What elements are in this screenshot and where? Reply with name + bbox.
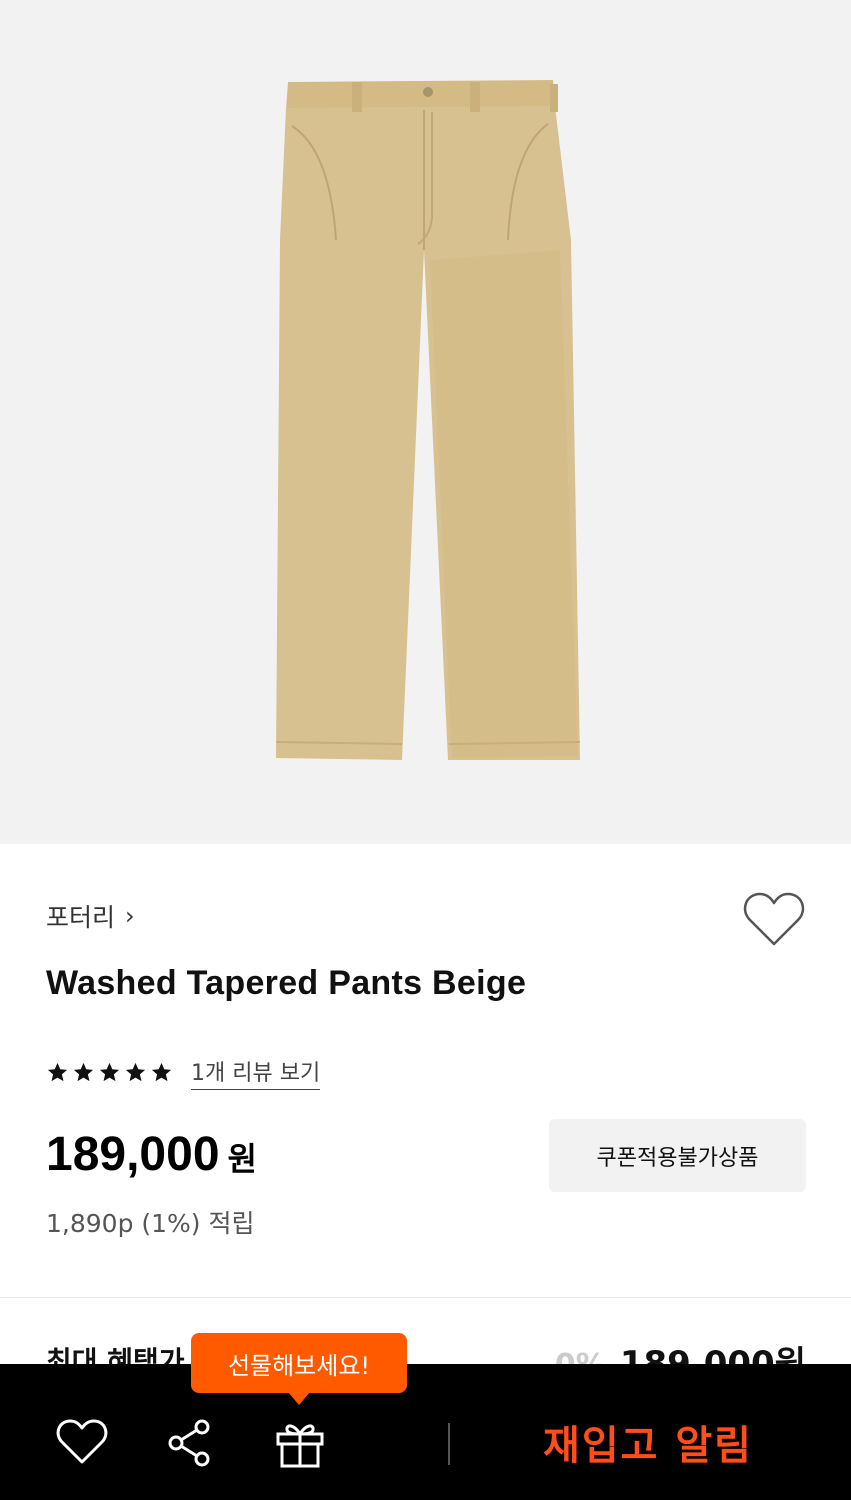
brand-name: 포터리 [46,903,116,932]
gift-tooltip[interactable]: 선물해보세요! [191,1333,407,1393]
points-text: 1,890p (1%) 적립 [46,1209,255,1238]
review-link[interactable]: 1개 리뷰 보기 [191,1055,321,1090]
chevron-right-icon: › [125,902,135,930]
brand-link[interactable]: 포터리 › [46,898,135,934]
price-currency: 원 [227,1140,257,1178]
divider [0,1297,851,1298]
share-icon[interactable] [166,1418,214,1468]
star-icon [47,1062,68,1082]
gift-icon[interactable] [274,1418,326,1470]
star-icon [125,1062,146,1082]
price-value: 189,000 [46,1128,220,1181]
coupon-badge: 쿠폰적용불가상품 [549,1119,806,1192]
star-icon [73,1062,94,1082]
star-rating [46,1061,173,1084]
restock-alert-button[interactable]: 재입고 알림 [470,1410,826,1474]
product-image[interactable] [0,0,851,844]
pants-illustration [275,80,581,760]
rating-row: 1개 리뷰 보기 [46,1055,321,1090]
wishlist-heart-icon[interactable] [742,890,806,950]
star-icon [151,1062,172,1082]
heart-icon[interactable] [56,1418,108,1466]
product-detail-page: 포터리 › Washed Tapered Pants Beige 1개 리뷰 보… [0,0,851,1500]
gift-tooltip-arrow [288,1392,310,1405]
bar-separator [448,1423,450,1465]
star-icon [99,1062,120,1082]
product-title: Washed Tapered Pants Beige [46,964,527,1002]
price-row: 189,000 원 [46,1127,257,1182]
